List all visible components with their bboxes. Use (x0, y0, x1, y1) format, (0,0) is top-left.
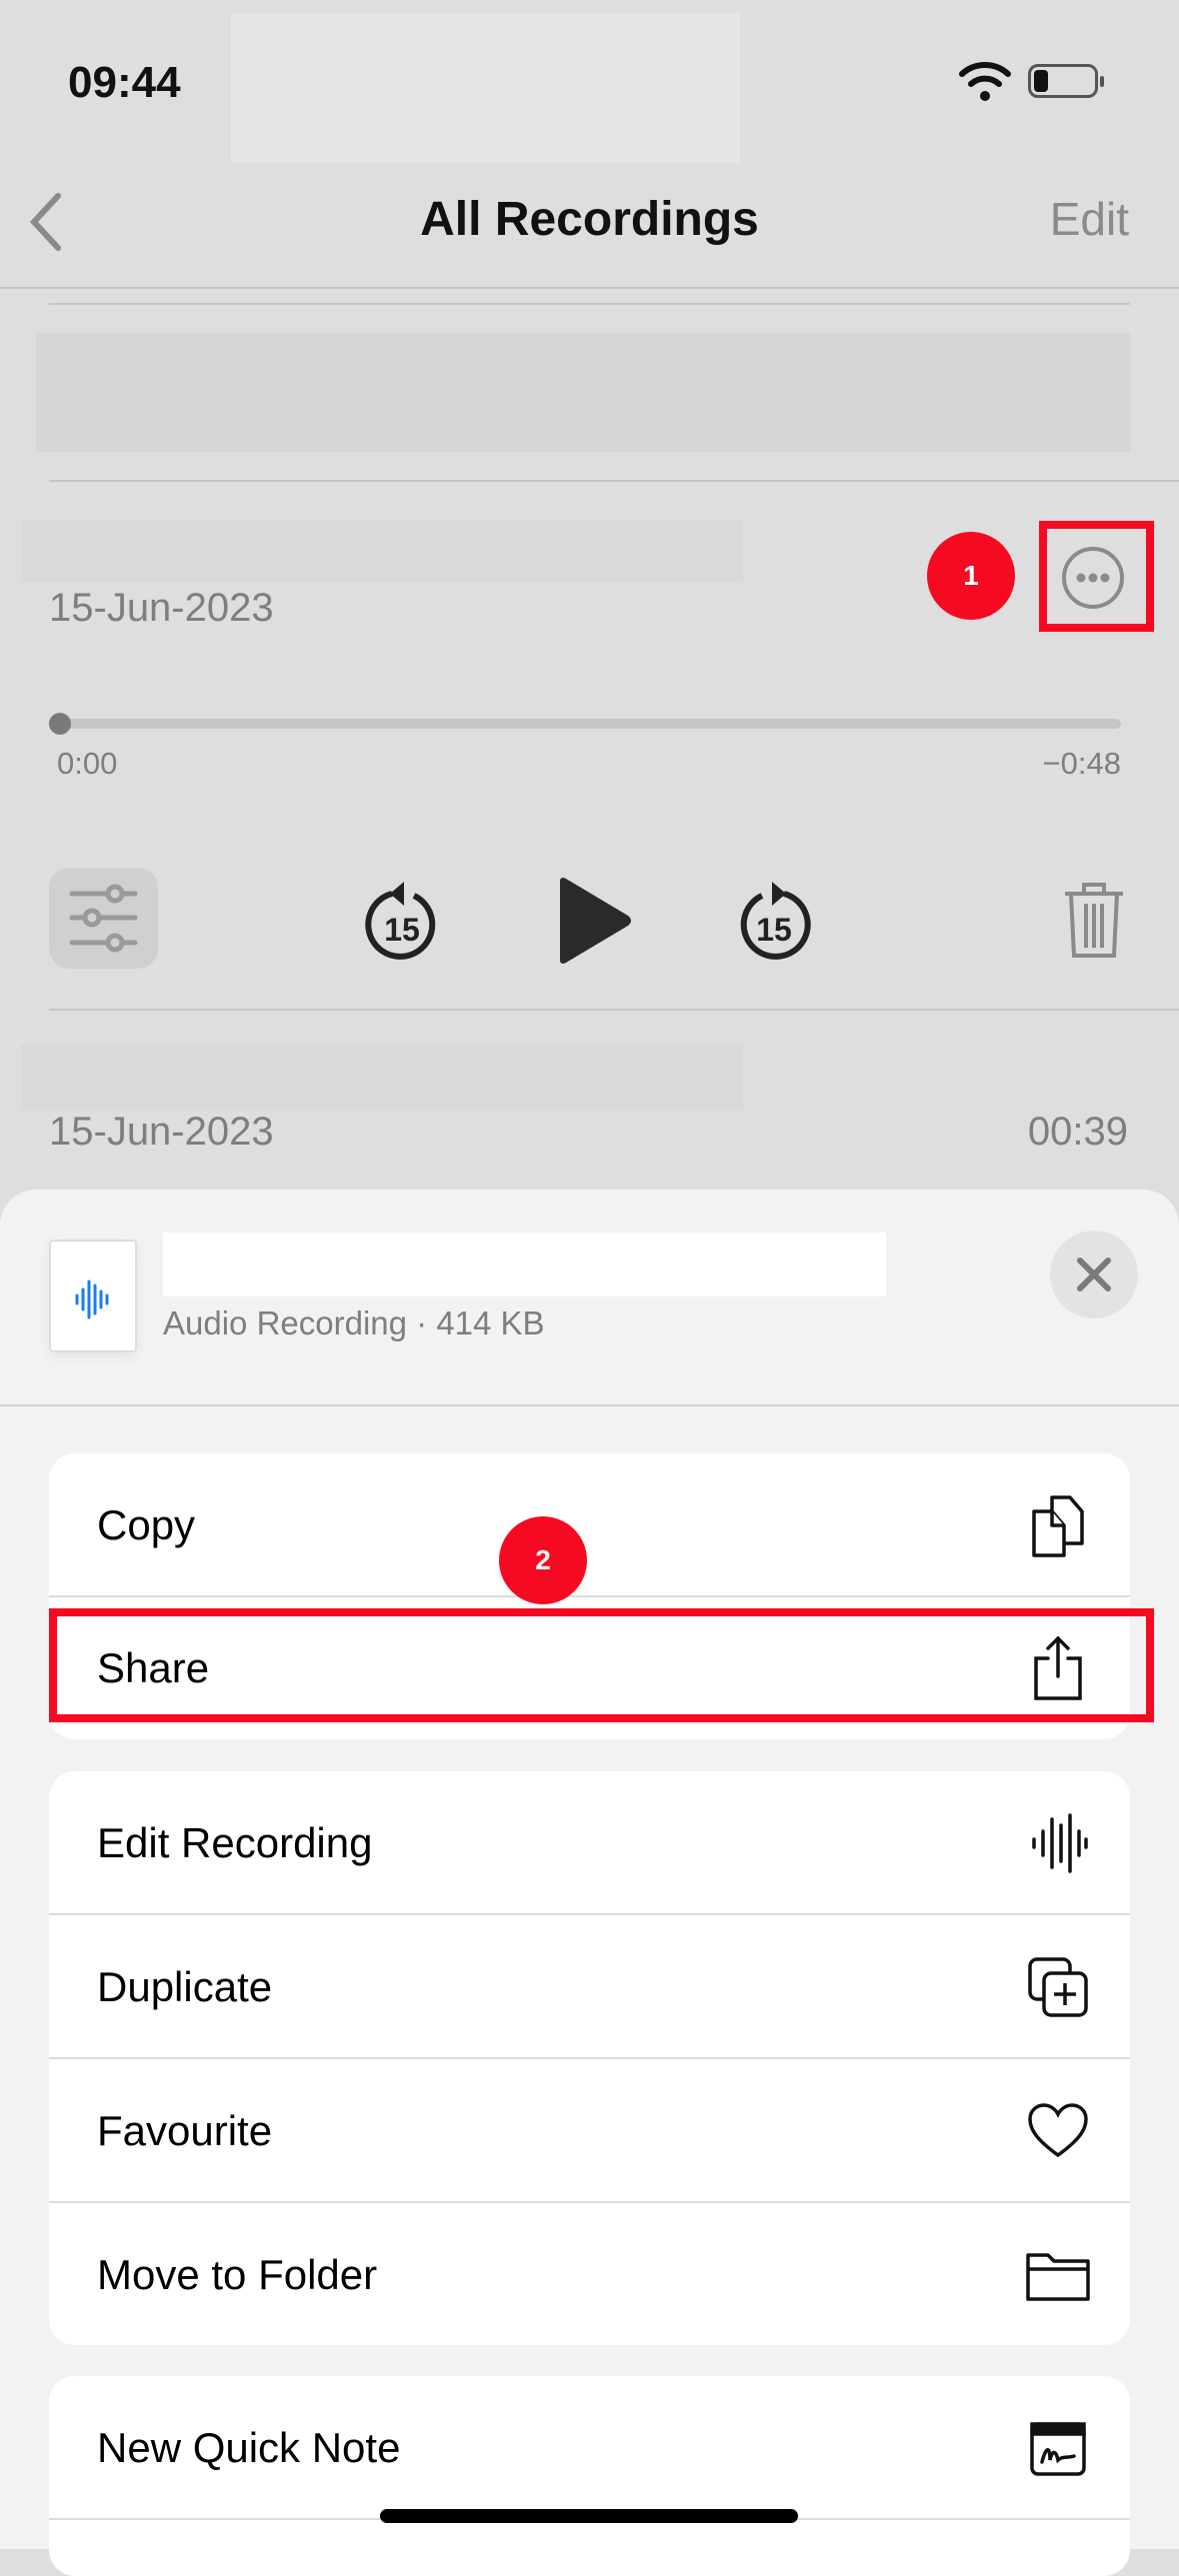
menu-group-2: Edit Recording Duplicate Favourite Move … (49, 1771, 1130, 2345)
status-time: 09:44 (68, 58, 181, 107)
redacted-recording (36, 333, 1130, 452)
menu-item-copy[interactable]: Copy (49, 1453, 1130, 1597)
sliders-icon (69, 884, 138, 953)
sliders-button[interactable] (49, 868, 158, 969)
quick-note-icon (1030, 2422, 1086, 2476)
redacted-area (231, 13, 740, 163)
menu-item-move-to-folder[interactable]: Move to Folder (49, 2203, 1130, 2345)
heart-icon (1028, 2103, 1088, 2158)
playback-scrubber[interactable] (49, 713, 1121, 735)
recording-duration: 00:39 (1027, 1110, 1128, 1154)
menu-item-new-quick-note[interactable]: New Quick Note (49, 2376, 1130, 2520)
redacted-filename (163, 1233, 886, 1296)
page-title: All Recordings (420, 193, 759, 246)
duplicate-icon (1028, 1957, 1088, 2017)
menu-item-duplicate[interactable]: Duplicate (49, 1915, 1130, 2059)
recording-date: 15-Jun-2023 (49, 586, 274, 630)
trash-icon[interactable] (1062, 880, 1126, 960)
menu-item-edit-recording[interactable]: Edit Recording (49, 1771, 1130, 1915)
menu-item-favourite[interactable]: Favourite (49, 2059, 1130, 2203)
home-indicator (380, 2509, 798, 2523)
elapsed-time: 0:00 (57, 746, 118, 781)
battery-low-icon (1028, 64, 1104, 98)
more-options-icon[interactable] (1059, 544, 1127, 612)
redacted-title (21, 520, 743, 582)
remaining-time: −0:48 (1042, 746, 1121, 781)
play-icon[interactable] (554, 876, 634, 966)
file-subtitle: Audio Recording · 414 KB (163, 1304, 545, 1341)
step-badge-1: 1 (927, 532, 1015, 620)
recording-date: 15-Jun-2023 (49, 1110, 274, 1154)
edit-button[interactable]: Edit (1050, 192, 1129, 246)
waveform-icon (1032, 1813, 1088, 1873)
step-badge-2: 2 (499, 1516, 587, 1604)
redacted-title (21, 1045, 743, 1111)
copy-icon (1032, 1495, 1084, 1557)
highlight-box-share (49, 1608, 1154, 1722)
wifi-icon (959, 62, 1011, 101)
close-button[interactable] (1050, 1231, 1138, 1318)
menu-group-3: New Quick Note (49, 2376, 1130, 2576)
skip-back-15-icon[interactable]: 15 (362, 878, 442, 962)
skip-forward-15-icon[interactable]: 15 (734, 878, 814, 962)
folder-icon (1026, 2253, 1090, 2301)
svg-text:15: 15 (756, 912, 792, 948)
svg-text:15: 15 (384, 912, 420, 948)
audio-file-icon (49, 1240, 137, 1352)
close-icon (1077, 1258, 1111, 1291)
